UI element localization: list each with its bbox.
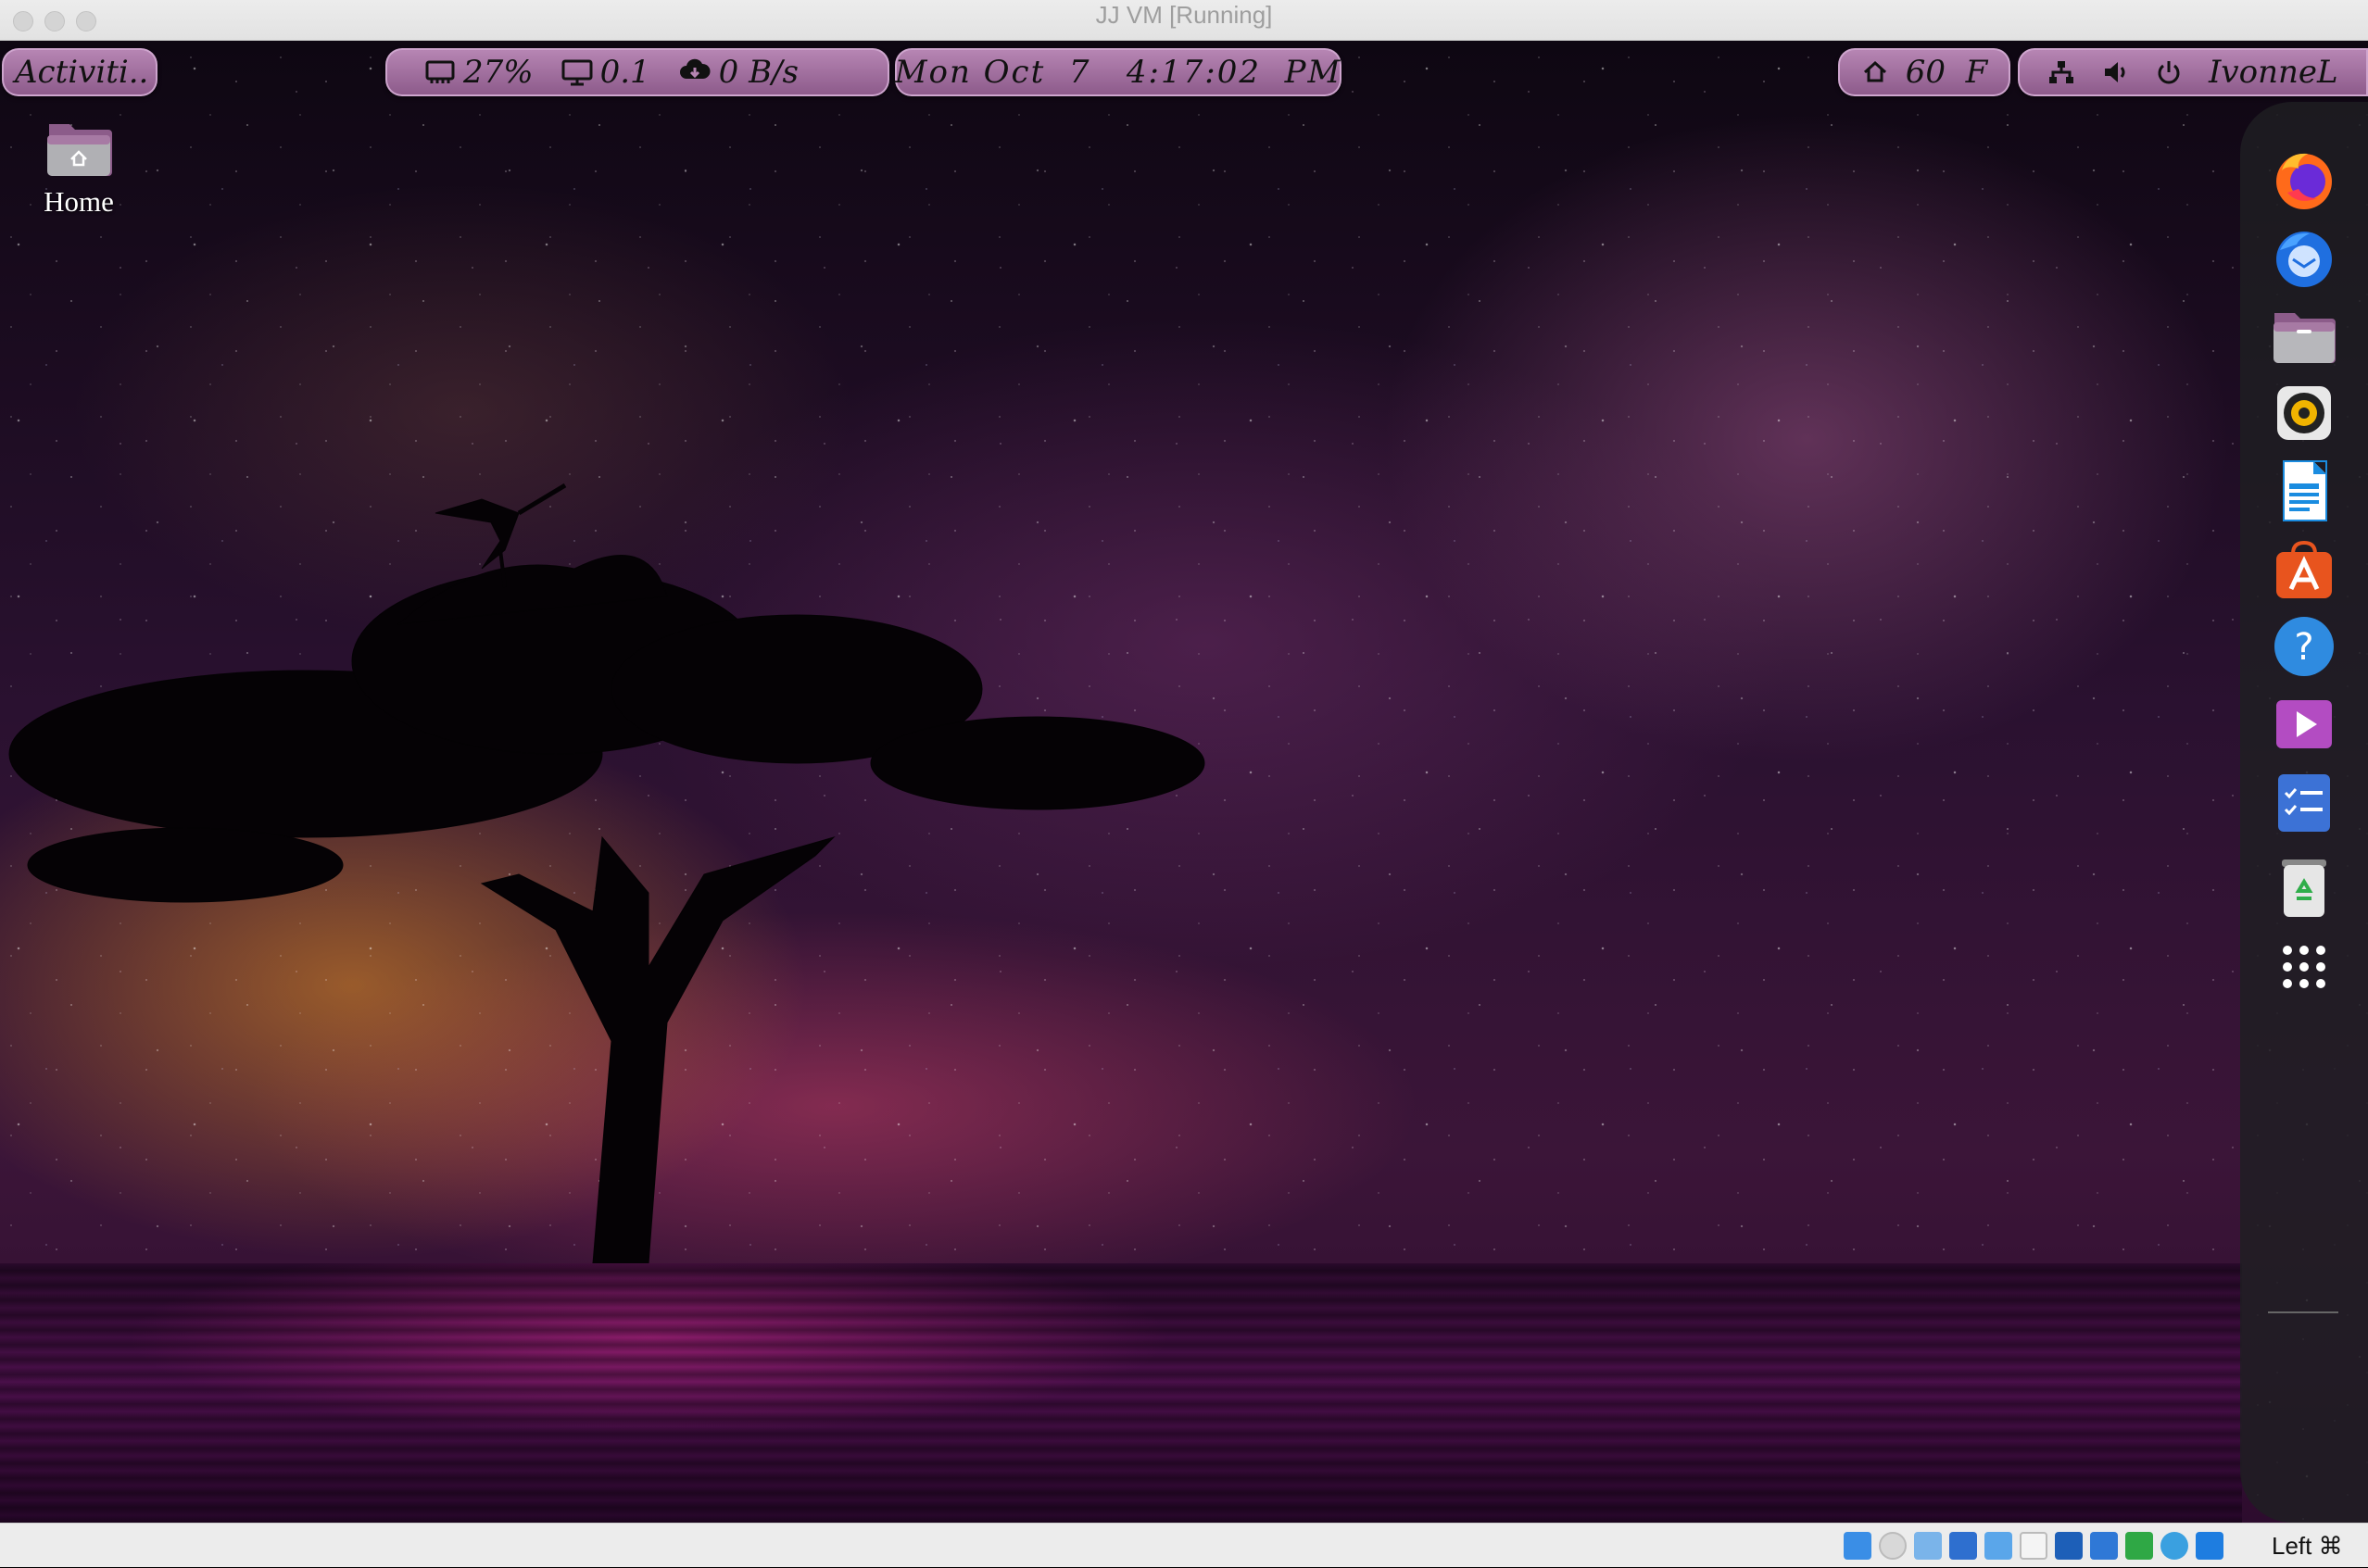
dock: ? <box>2240 102 2368 1523</box>
thunderbird-icon <box>2276 232 2332 287</box>
svg-text:?: ? <box>2294 626 2313 669</box>
play-icon <box>2276 700 2332 748</box>
desktop[interactable]: Activiti.. 27% 0.1 0 B/s Mon Oct 7 4:17:… <box>0 41 2368 1523</box>
monitor-icon <box>561 59 593 86</box>
dock-files[interactable] <box>2269 300 2339 370</box>
wallpaper-tree-silhouette <box>8 483 1205 1283</box>
activities-button[interactable]: Activiti.. <box>2 48 157 96</box>
cpu-icon <box>425 60 455 83</box>
document-icon <box>2283 460 2327 521</box>
store-icon <box>2276 540 2332 598</box>
host-window-titlebar: JJ VM [Running] <box>0 0 2368 41</box>
usb-icon[interactable] <box>1984 1532 2012 1560</box>
dock-tasks[interactable] <box>2269 767 2339 837</box>
cloud-download-icon <box>679 58 711 79</box>
dock-app-center[interactable] <box>2269 533 2339 604</box>
desktop-home-folder[interactable]: Home <box>28 115 130 219</box>
help-icon: ? <box>2274 617 2334 676</box>
speaker-icon <box>2277 386 2331 440</box>
wallpaper-water-reflection <box>0 1263 2242 1523</box>
download-icon[interactable] <box>2196 1532 2223 1560</box>
network-wired-icon[interactable] <box>2047 58 2075 86</box>
dock-firefox[interactable] <box>2269 144 2339 215</box>
audio-icon[interactable] <box>1914 1532 1942 1560</box>
system-tray[interactable]: IvonneL <box>2018 48 2368 96</box>
display-icon[interactable] <box>2055 1532 2083 1560</box>
disk-icon[interactable] <box>1844 1532 1871 1560</box>
dock-rhythmbox[interactable] <box>2269 378 2339 448</box>
window-title: JJ VM [Running] <box>1095 1 1273 29</box>
system-load: 0.1 <box>599 54 650 91</box>
dock-separator <box>2268 1311 2338 1313</box>
folder-icon <box>2274 313 2336 363</box>
dock-show-apps[interactable] <box>2269 932 2339 1002</box>
dock-thunderbird[interactable] <box>2269 222 2339 293</box>
volume-icon[interactable] <box>2101 58 2129 86</box>
optical-icon[interactable] <box>1879 1532 1907 1560</box>
user-name: IvonneL <box>2209 54 2338 91</box>
system-monitor-indicator[interactable]: 27% 0.1 0 B/s <box>385 48 889 96</box>
vm-status-icons <box>1844 1532 2223 1560</box>
weather-temperature: 60 F <box>1905 54 1988 91</box>
shared-folder-icon[interactable] <box>2020 1532 2047 1560</box>
power-icon[interactable] <box>2155 58 2183 86</box>
dock-video-player[interactable] <box>2269 689 2339 759</box>
grid-icon <box>2283 946 2325 988</box>
firefox-icon <box>2276 153 2332 209</box>
network-icon[interactable] <box>1949 1532 1977 1560</box>
dock-help[interactable]: ? <box>2269 611 2339 682</box>
vm-status-bar: Left ⌘ <box>0 1523 2368 1567</box>
host-key-label: Left ⌘ <box>2272 1532 2343 1560</box>
cpu-icon[interactable] <box>2125 1532 2153 1560</box>
capture-icon[interactable] <box>2090 1532 2118 1560</box>
network-speed: 0 B/s <box>718 54 799 91</box>
activities-label: Activiti.. <box>15 54 149 91</box>
weather-home-icon <box>1863 60 1886 82</box>
trash-icon <box>2282 859 2326 917</box>
clock-button[interactable]: Mon Oct 7 4:17:02 PM <box>895 48 1341 96</box>
clock-text: Mon Oct 7 4:17:02 PM <box>894 54 1342 91</box>
dock-trash[interactable] <box>2269 852 2339 922</box>
home-folder-icon <box>47 124 112 176</box>
home-folder-label: Home <box>44 185 114 218</box>
cpu-usage: 27% <box>463 54 534 91</box>
mouse-integration-icon[interactable] <box>2160 1532 2188 1560</box>
checklist-icon <box>2278 774 2330 832</box>
weather-indicator[interactable]: 60 F <box>1838 48 2010 96</box>
dock-writer[interactable] <box>2269 456 2339 526</box>
